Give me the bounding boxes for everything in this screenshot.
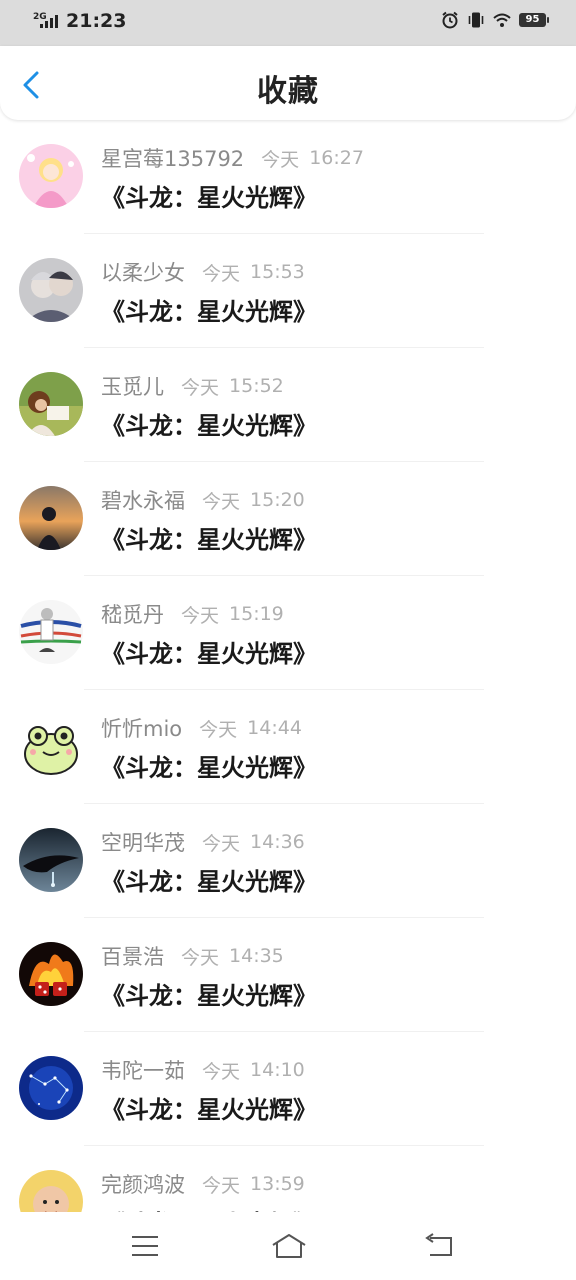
system-nav-bar (0, 1212, 576, 1280)
time-label: 15:19 (229, 603, 284, 625)
item-meta: 百景浩 今天 14:35 (101, 942, 284, 970)
back-icon[interactable] (422, 1232, 456, 1260)
home-icon[interactable] (270, 1232, 308, 1260)
status-bar: 2G 21:23 95 (0, 0, 576, 46)
date-label: 今天 (202, 1174, 241, 1197)
list-item[interactable]: 以柔少女 今天 15:53 《斗龙：星火光辉》 (0, 234, 576, 348)
user-name[interactable]: 星宫莓135792 (101, 143, 244, 173)
date-label: 今天 (181, 376, 220, 399)
user-name[interactable]: 玉觅儿 (101, 371, 164, 401)
page-title: 收藏 (257, 74, 319, 109)
book-title[interactable]: 《斗龙：星火光辉》 (101, 520, 317, 555)
avatar[interactable] (19, 828, 83, 892)
signal-icon (40, 14, 60, 28)
item-meta: 空明华茂 今天 14:36 (101, 828, 305, 856)
list-item[interactable]: 碧水永福 今天 15:20 《斗龙：星火光辉》 (0, 462, 576, 576)
item-meta: 以柔少女 今天 15:53 (101, 258, 305, 286)
date-label: 今天 (202, 490, 241, 513)
date-label: 今天 (181, 604, 220, 627)
avatar[interactable] (19, 714, 83, 778)
book-title[interactable]: 《斗龙：星火光辉》 (101, 976, 317, 1011)
item-meta: 玉觅儿 今天 15:52 (101, 372, 284, 400)
list-item[interactable]: 完颜鸿波 今天 13:59 《斗龙：星火光辉》 (0, 1146, 576, 1212)
avatar[interactable] (19, 372, 83, 436)
menu-icon[interactable] (128, 1232, 162, 1260)
date-label: 今天 (202, 1060, 241, 1083)
date-label: 今天 (202, 832, 241, 855)
list-item[interactable]: 韦陀一茹 今天 14:10 《斗龙：星火光辉》 (0, 1032, 576, 1146)
time-label: 15:52 (229, 375, 284, 397)
list-item[interactable]: 百景浩 今天 14:35 《斗龙：星火光辉》 (0, 918, 576, 1032)
user-name[interactable]: 碧水永福 (101, 485, 185, 515)
date-label: 今天 (181, 946, 220, 969)
clock: 21:23 (66, 10, 127, 32)
avatar[interactable] (19, 486, 83, 550)
avatar[interactable] (19, 258, 83, 322)
user-name[interactable]: 百景浩 (101, 941, 164, 971)
user-name[interactable]: 韦陀一茹 (101, 1055, 185, 1085)
list-item[interactable]: 空明华茂 今天 14:36 《斗龙：星火光辉》 (0, 804, 576, 918)
time-label: 16:27 (309, 147, 364, 169)
alarm-icon (442, 11, 458, 29)
book-title[interactable]: 《斗龙：星火光辉》 (101, 1090, 317, 1125)
date-label: 今天 (199, 718, 238, 741)
user-name[interactable]: 以柔少女 (101, 257, 185, 287)
user-name[interactable]: 嵇觅丹 (101, 599, 164, 629)
time-label: 14:35 (229, 945, 284, 967)
battery-icon: 95 (519, 13, 549, 27)
user-name[interactable]: 完颜鸿波 (101, 1169, 185, 1199)
list-item[interactable]: 嵇觅丹 今天 15:19 《斗龙：星火光辉》 (0, 576, 576, 690)
item-meta: 完颜鸿波 今天 13:59 (101, 1170, 305, 1198)
book-title[interactable]: 《斗龙：星火光辉》 (101, 406, 317, 441)
time-label: 15:20 (250, 489, 305, 511)
item-meta: 忻忻mio 今天 14:44 (101, 714, 302, 742)
time-label: 14:10 (250, 1059, 305, 1081)
list-item[interactable]: 玉觅儿 今天 15:52 《斗龙：星火光辉》 (0, 348, 576, 462)
item-meta: 韦陀一茹 今天 14:10 (101, 1056, 305, 1084)
time-label: 14:36 (250, 831, 305, 853)
date-label: 今天 (261, 148, 300, 171)
item-meta: 碧水永福 今天 15:20 (101, 486, 305, 514)
time-label: 14:44 (247, 717, 302, 739)
avatar[interactable] (19, 942, 83, 1006)
book-title[interactable]: 《斗龙：星火光辉》 (101, 862, 317, 897)
time-label: 13:59 (250, 1173, 305, 1195)
list-item[interactable]: 星宫莓135792 今天 16:27 《斗龙：星火光辉》 (0, 120, 576, 234)
book-title[interactable]: 《斗龙：星火光辉》 (101, 178, 317, 213)
user-name[interactable]: 忻忻mio (101, 713, 182, 743)
avatar[interactable] (19, 1056, 83, 1120)
app-header: 收藏 (0, 46, 576, 120)
book-title[interactable]: 《斗龙：星火光辉》 (101, 634, 317, 669)
list-item[interactable]: 忻忻mio 今天 14:44 《斗龙：星火光辉》 (0, 690, 576, 804)
favorites-list[interactable]: 星宫莓135792 今天 16:27 《斗龙：星火光辉》 以柔少女 今天 15:… (0, 120, 576, 1212)
avatar[interactable] (19, 144, 83, 208)
item-meta: 星宫莓135792 今天 16:27 (101, 144, 364, 172)
date-label: 今天 (202, 262, 241, 285)
book-title[interactable]: 《斗龙：星火光辉》 (101, 292, 317, 327)
book-title[interactable]: 《斗龙：星火光辉》 (101, 748, 317, 783)
vibrate-icon (468, 12, 484, 28)
item-meta: 嵇觅丹 今天 15:19 (101, 600, 284, 628)
avatar[interactable] (19, 600, 83, 664)
time-label: 15:53 (250, 261, 305, 283)
user-name[interactable]: 空明华茂 (101, 827, 185, 857)
book-title[interactable]: 《斗龙：星火光辉》 (101, 1204, 317, 1212)
avatar[interactable] (19, 1170, 83, 1212)
wifi-icon (493, 13, 511, 27)
